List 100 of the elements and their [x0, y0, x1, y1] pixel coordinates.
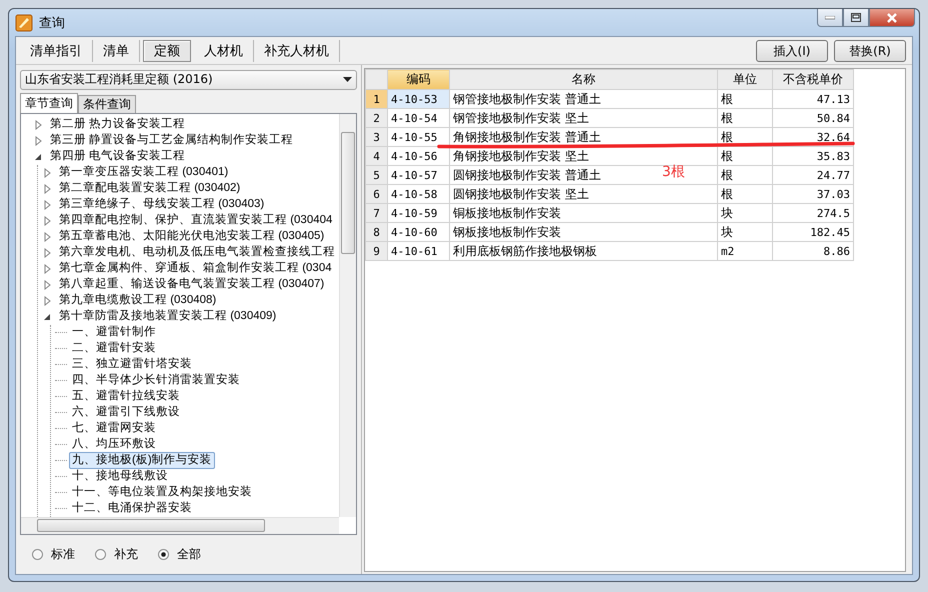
table-cell: 角钢接地极制作安装 坚土	[450, 146, 718, 166]
tree-item[interactable]: 二、避雷针安装	[69, 340, 159, 358]
column-header[interactable]: 编码	[388, 70, 450, 90]
expand-icon[interactable]	[42, 184, 52, 194]
expand-icon[interactable]	[42, 264, 52, 274]
tree-item[interactable]: 第六章发电机、电动机及低压电气装置检查接线工程	[56, 244, 338, 262]
tree-item[interactable]: 第八章起重、输送设备电气装置安装工程 (030407)	[56, 276, 328, 294]
tab[interactable]: 条件查询	[78, 94, 136, 113]
tab[interactable]: 清单指引	[20, 40, 93, 62]
tab[interactable]: 章节查询	[20, 92, 78, 113]
expand-icon[interactable]	[42, 296, 52, 306]
row-number[interactable]: 9	[366, 242, 388, 260]
tree-item[interactable]: 五、避雷针拉线安装	[69, 388, 183, 406]
header-corner	[366, 70, 388, 90]
action-button[interactable]: 插入(I)	[756, 40, 828, 62]
row-number[interactable]: 8	[366, 222, 388, 242]
tree-item[interactable]: 三、独立避雷针塔安装	[69, 356, 195, 374]
tree-item[interactable]: 第七章金属构件、穿通板、箱盒制作安装工程 (0304	[56, 260, 335, 278]
row-number[interactable]: 6	[366, 184, 388, 204]
radio-label: 标准	[51, 546, 75, 563]
table-cell: 块	[718, 204, 772, 222]
table-cell: 4-10-55	[388, 128, 450, 146]
table-cell: 钢板接地板制作安装	[450, 222, 718, 242]
table-cell: 50.84	[772, 108, 854, 128]
library-dropdown[interactable]: 山东省安装工程消耗里定额 (2016)	[20, 70, 357, 90]
tree-item[interactable]: 六、避雷引下线敷设	[69, 404, 183, 422]
expand-icon[interactable]	[42, 216, 52, 226]
action-button[interactable]: 替换(R)	[834, 40, 906, 62]
close-button[interactable]	[869, 9, 915, 27]
table-cell: 钢管接地极制作安装 普通土	[450, 90, 718, 108]
row-number[interactable]: 4	[366, 146, 388, 166]
maximize-button[interactable]	[843, 9, 869, 27]
collapse-icon[interactable]	[42, 312, 52, 322]
table-cell: 根	[718, 166, 772, 184]
window-title: 查询	[39, 14, 66, 32]
minimize-icon	[825, 16, 835, 20]
tree-item[interactable]: 第一章变压器安装工程 (030401)	[56, 164, 232, 182]
expand-icon[interactable]	[42, 168, 52, 178]
table-cell: 钢管接地极制作安装 坚土	[450, 108, 718, 128]
table-cell: 根	[718, 184, 772, 204]
radio-button[interactable]	[95, 548, 106, 560]
tab[interactable]: 补充人材机	[254, 40, 340, 62]
table-cell: 24.77	[772, 166, 854, 184]
expand-icon[interactable]	[33, 120, 43, 130]
collapse-icon[interactable]	[33, 152, 43, 162]
tree-item[interactable]: 四、半导体少长针消雷装置安装	[69, 372, 243, 390]
tab[interactable]: 定额	[143, 40, 191, 62]
row-number[interactable]: 3	[366, 128, 388, 146]
radio-button[interactable]	[158, 548, 169, 560]
tree-item[interactable]: 第四章配电控制、保护、直流装置安装工程 (030404	[56, 212, 336, 230]
column-header[interactable]: 单位	[718, 70, 772, 90]
expand-icon[interactable]	[42, 200, 52, 210]
row-number[interactable]: 2	[366, 108, 388, 128]
tree-item[interactable]: 第三册 静置设备与工艺金属结构制作安装工程	[47, 132, 296, 150]
tree-item[interactable]: 第九章电缆敷设工程 (030408)	[56, 292, 220, 310]
column-header[interactable]: 不含税单价	[772, 70, 854, 90]
radio-button[interactable]	[32, 548, 43, 560]
column-header[interactable]: 名称	[450, 70, 718, 90]
expand-icon[interactable]	[42, 280, 52, 290]
close-icon	[886, 12, 898, 22]
table-cell: 4-10-56	[388, 146, 450, 166]
tree-item[interactable]: 九、接地极(板)制作与安装	[69, 452, 215, 470]
tree-item[interactable]: 第四册 电气设备安装工程	[47, 148, 188, 166]
vertical-scrollbar[interactable]	[339, 114, 356, 517]
tree-item[interactable]: 十、接地母线敷设	[69, 468, 171, 486]
tree-item[interactable]: 十一、等电位装置及构架接地安装	[69, 484, 255, 502]
table-cell: 4-10-57	[388, 166, 450, 184]
expand-icon[interactable]	[42, 232, 52, 242]
radio-label: 全部	[177, 546, 201, 563]
table-cell: 铜板接地板制作安装	[450, 204, 718, 222]
table-cell: 37.03	[772, 184, 854, 204]
table-cell: 47.13	[772, 90, 854, 108]
table-cell: 块	[718, 222, 772, 242]
tab[interactable]: 清单	[93, 40, 140, 62]
row-number[interactable]: 1	[366, 90, 388, 108]
horizontal-scrollbar[interactable]	[21, 516, 339, 534]
table-cell: 8.86	[772, 242, 854, 260]
table-cell: 根	[718, 90, 772, 108]
tree-item[interactable]: 第十章防雷及接地装置安装工程 (030409)	[56, 308, 280, 326]
tree-item[interactable]: 十二、电涌保护器安装	[69, 500, 195, 517]
expand-icon[interactable]	[42, 248, 52, 258]
table-cell: 利用底板钢筋作接地极钢板	[450, 242, 718, 260]
table-cell: 4-10-59	[388, 204, 450, 222]
annotation-text: 3根	[662, 163, 685, 181]
tab[interactable]: 人材机	[194, 40, 254, 62]
radio-label: 补充	[114, 546, 138, 563]
table-cell: 4-10-58	[388, 184, 450, 204]
tree-item[interactable]: 第二章配电装置安装工程 (030402)	[56, 180, 244, 198]
minimize-button[interactable]	[817, 9, 843, 27]
table-cell: 182.45	[772, 222, 854, 242]
tree-item[interactable]: 一、避雷针制作	[69, 324, 159, 342]
tree-item[interactable]: 第二册 热力设备安装工程	[47, 116, 188, 134]
tree-item[interactable]: 八、均压环敷设	[69, 436, 159, 454]
row-number[interactable]: 7	[366, 204, 388, 222]
tree-item[interactable]: 第五章蓄电池、太阳能光伏电池安装工程 (030405)	[56, 228, 328, 246]
tree-item[interactable]: 七、避雷网安装	[69, 420, 159, 438]
tree-item[interactable]: 第三章绝缘子、母线安装工程 (030403)	[56, 196, 268, 214]
maximize-icon	[851, 13, 861, 22]
row-number[interactable]: 5	[366, 166, 388, 184]
expand-icon[interactable]	[33, 136, 43, 146]
